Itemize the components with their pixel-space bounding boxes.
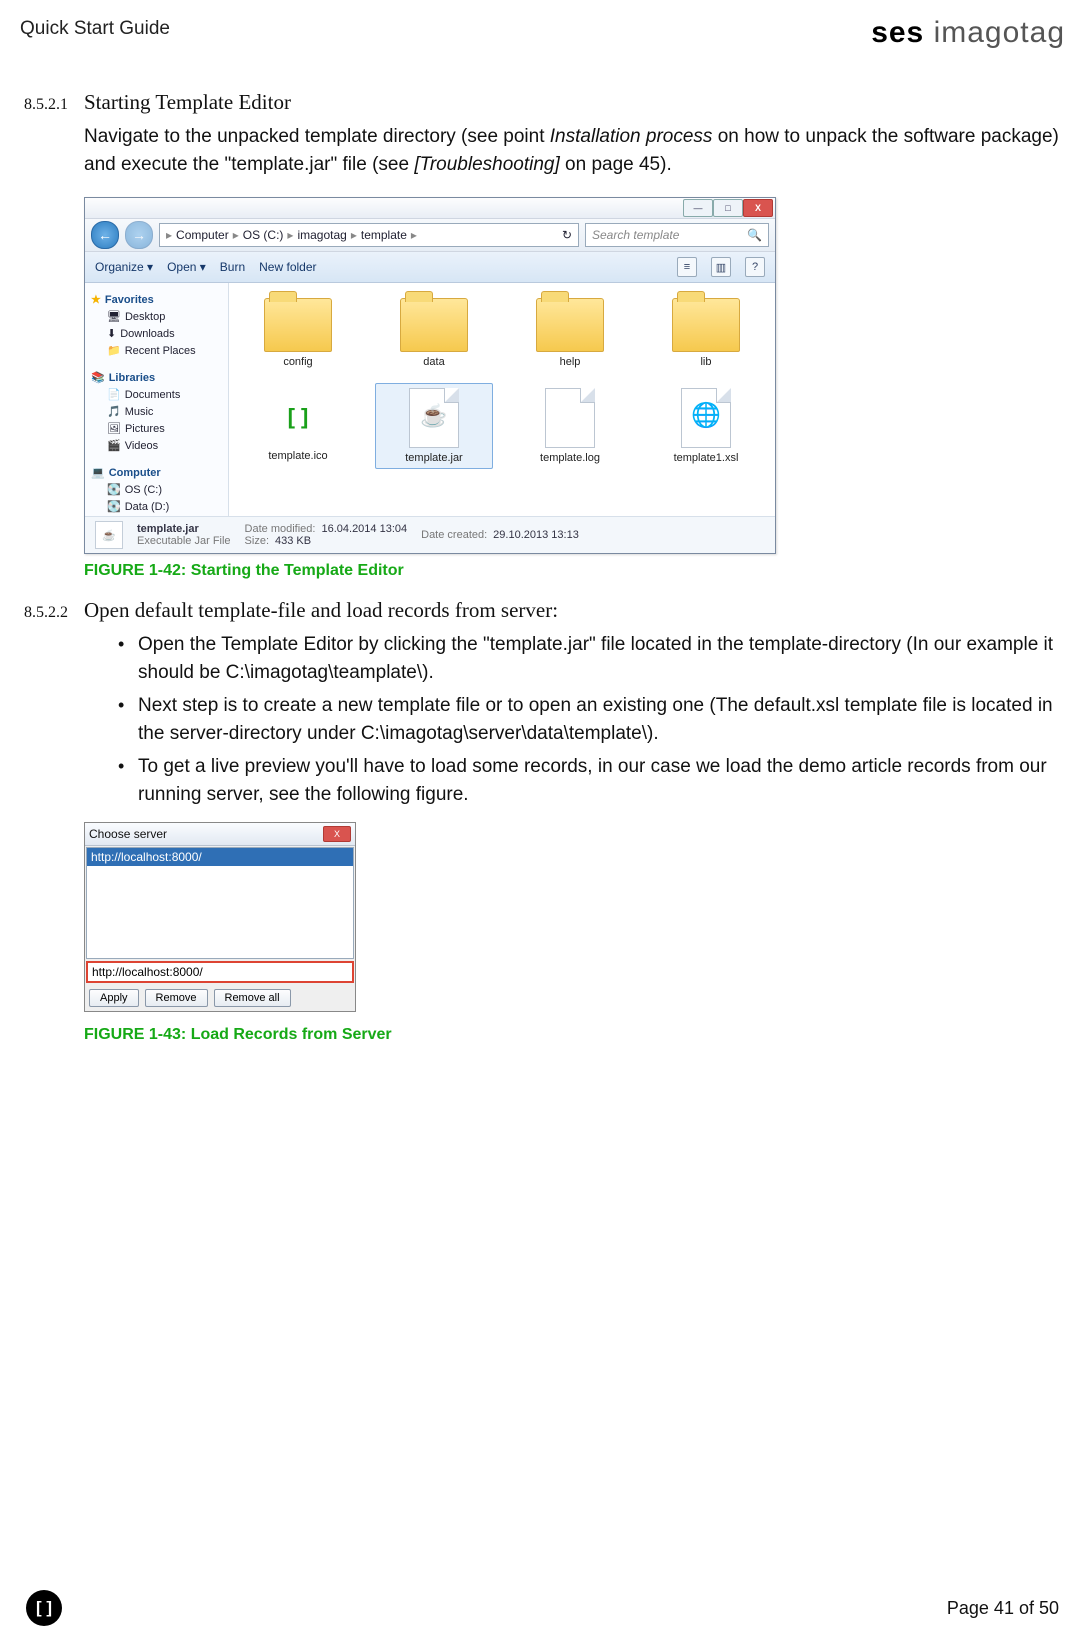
footer-badge-icon: [ ] [26,1590,62,1626]
brand-thin: imagotag [924,16,1065,49]
nav-forward-button[interactable]: → [125,221,153,249]
file-template-xsl[interactable]: template1.xsl [647,383,765,469]
status-filename: template.jar [137,523,199,535]
window-close-button[interactable]: X [743,199,773,217]
folder-config[interactable]: config [239,293,357,373]
status-filetype: Executable Jar File [137,535,231,547]
dialog-close-button[interactable]: X [323,826,351,842]
section-1-paragraph: Navigate to the unpacked template direct… [84,123,1061,178]
burn-button[interactable]: Burn [220,260,245,274]
remove-all-button[interactable]: Remove all [214,989,291,1007]
xsl-file-icon [681,388,731,448]
ico-file-icon: [ ] [274,388,322,446]
page-number: Page 41 of 50 [947,1598,1059,1619]
explorer-file-pane: config data help lib [ ]template.ico tem… [229,283,775,516]
file-template-ico[interactable]: [ ]template.ico [239,383,357,469]
server-list-item[interactable]: http://localhost:8000/ [87,848,353,866]
sidebar-data-d[interactable]: 💽 Data (D:) [91,500,222,513]
folder-icon [536,298,604,352]
bullet-1: Open the Template Editor by clicking the… [114,631,1061,686]
breadcrumb[interactable]: ▸ Computer ▸ OS (C:) ▸ imagotag ▸ templa… [159,223,579,247]
sidebar-os-c[interactable]: 💽 OS (C:) [91,483,222,496]
server-url-input[interactable] [86,961,354,983]
preview-pane-icon[interactable]: ▥ [711,257,731,277]
favorites-icon: ★ [91,293,101,306]
folder-lib[interactable]: lib [647,293,765,373]
window-minimize-button[interactable]: — [683,199,713,217]
crumb-template[interactable]: template [361,228,407,242]
file-template-log[interactable]: template.log [511,383,629,469]
crumb-imagotag[interactable]: imagotag [297,228,346,242]
sidebar-favorites[interactable]: Favorites [105,294,154,306]
folder-icon [264,298,332,352]
view-icon[interactable]: ≡ [677,257,697,277]
sidebar-computer[interactable]: Computer [109,467,161,479]
figure-1-43-caption: FIGURE 1-43: Load Records from Server [84,1026,1061,1044]
refresh-icon[interactable]: ↻ [562,228,572,242]
crumb-os[interactable]: OS (C:) [243,228,284,242]
dialog-titlebar: Choose server X [85,823,355,846]
folder-icon [400,298,468,352]
doc-title: Quick Start Guide [20,18,170,40]
sidebar-recent[interactable]: 📁 Recent Places [91,344,222,357]
figure-1-42-caption: FIGURE 1-42: Starting the Template Edito… [84,562,1061,580]
section-2-heading: 8.5.2.2 Open default template-file and l… [24,598,1061,623]
status-thumb-icon: ☕ [95,521,123,549]
new-folder-button[interactable]: New folder [259,260,316,274]
status-date-created: 29.10.2013 13:13 [493,529,579,541]
sidebar-documents[interactable]: 📄 Documents [91,388,222,401]
status-date-modified: 16.04.2014 13:04 [321,523,407,535]
explorer-titlebar: — □ X [85,198,775,219]
file-template-jar[interactable]: template.jar [375,383,493,469]
remove-button[interactable]: Remove [145,989,208,1007]
organize-menu[interactable]: Organize ▾ [95,260,153,274]
choose-server-dialog: Choose server X http://localhost:8000/ A… [84,822,356,1012]
bullet-2: Next step is to create a new template fi… [114,692,1061,747]
bullet-3: To get a live preview you'll have to loa… [114,753,1061,808]
jar-file-icon [409,388,459,448]
search-placeholder: Search template [592,228,679,242]
explorer-screenshot: — □ X ← → ▸ Computer ▸ OS (C:) ▸ imagota… [84,197,776,554]
brand-bold: ses [871,16,924,49]
section-1-number: 8.5.2.1 [24,96,84,114]
section-2-bullets: Open the Template Editor by clicking the… [114,631,1061,808]
help-icon[interactable]: ? [745,257,765,277]
sidebar-downloads[interactable]: ⬇ Downloads [91,327,222,340]
apply-button[interactable]: Apply [89,989,139,1007]
log-file-icon [545,388,595,448]
section-1-title: Starting Template Editor [84,90,1061,115]
sidebar-music[interactable]: 🎵 Music [91,405,222,418]
folder-data[interactable]: data [375,293,493,373]
sidebar-pictures[interactable]: 🖼 Pictures [91,422,222,435]
brand-logo: ses imagotag [871,18,1065,48]
nav-back-button[interactable]: ← [91,221,119,249]
explorer-navbar: ← → ▸ Computer ▸ OS (C:) ▸ imagotag ▸ te… [85,219,775,252]
page-footer: [ ] Page 41 of 50 [0,1590,1085,1626]
sidebar-libraries[interactable]: Libraries [109,372,155,384]
explorer-sidebar: ★ Favorites 🖥 Desktop ⬇ Downloads 📁 Recen… [85,283,229,516]
search-input[interactable]: Search template 🔍 [585,223,769,247]
page-header: Quick Start Guide ses imagotag [0,18,1085,48]
section-2-title: Open default template-file and load reco… [84,598,1061,623]
sidebar-desktop[interactable]: 🖥 Desktop [91,310,222,323]
window-maximize-button[interactable]: □ [713,199,743,217]
section-2-number: 8.5.2.2 [24,604,84,622]
status-size: 433 KB [275,535,311,547]
server-list[interactable]: http://localhost:8000/ [86,847,354,959]
libraries-icon: 📚 [91,371,105,384]
dialog-title: Choose server [89,827,167,841]
crumb-computer[interactable]: Computer [176,228,229,242]
explorer-statusbar: ☕ template.jar Executable Jar File Date … [85,516,775,553]
explorer-toolbar: Organize ▾ Open ▾ Burn New folder ≡ ▥ ? [85,252,775,283]
folder-help[interactable]: help [511,293,629,373]
sidebar-videos[interactable]: 🎬 Videos [91,439,222,452]
folder-icon [672,298,740,352]
open-menu[interactable]: Open ▾ [167,260,206,274]
search-icon: 🔍 [747,228,762,242]
section-1-heading: 8.5.2.1 Starting Template Editor [24,90,1061,115]
